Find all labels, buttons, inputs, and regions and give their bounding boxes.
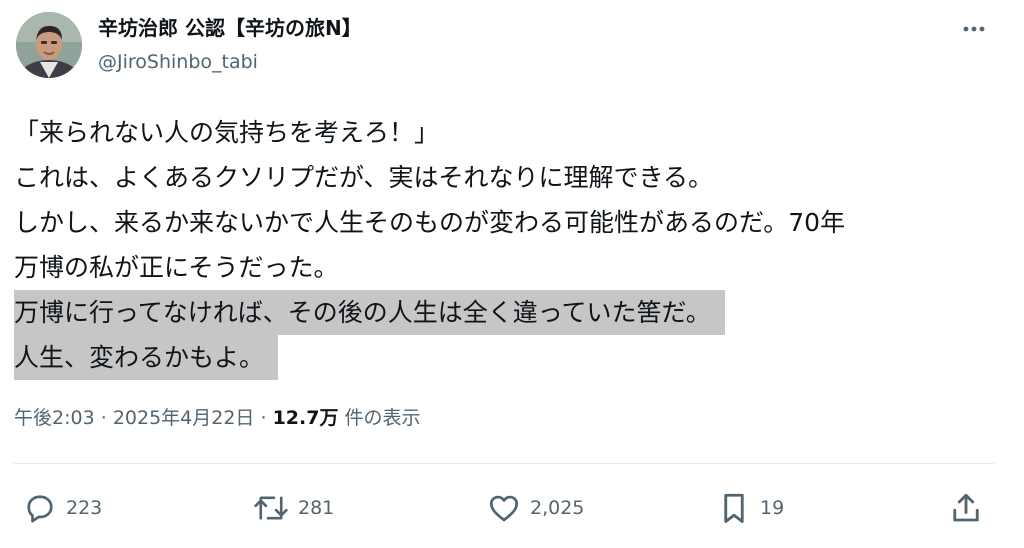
reply-count: 223 xyxy=(66,497,103,519)
tweet-line-highlighted: 万博に行ってなければ、その後の人生は全く違っていた筈だ。 xyxy=(14,290,1014,335)
bookmark-icon xyxy=(724,493,744,523)
tweet-line-highlighted: 人生、変わるかもよ。 xyxy=(14,335,1014,380)
like-button[interactable]: 2,025 xyxy=(486,488,584,528)
post-time[interactable]: 午後2:03 xyxy=(14,407,95,429)
repost-button[interactable]: 281 xyxy=(252,488,334,528)
reply-bubble-icon xyxy=(27,495,53,523)
views-label: 件の表示 xyxy=(344,407,421,429)
tweet-line: 「来られない人の気持ちを考えろ！」 xyxy=(14,118,440,147)
avatar[interactable] xyxy=(16,12,82,78)
divider xyxy=(14,463,994,464)
tweet-meta: 午後2:03 · 2025年4月22日 · 12.7万 件の表示 xyxy=(14,404,421,432)
meta-separator: · xyxy=(260,407,267,429)
author-block[interactable]: 辛坊治郎 公認【辛坊の旅N】 @JiroShinbo_tabi xyxy=(98,14,362,75)
repost-count: 281 xyxy=(298,497,335,519)
handle[interactable]: @JiroShinbo_tabi xyxy=(98,49,362,75)
tweet-text: 「来られない人の気持ちを考えろ！」 これは、よくあるクソリプだが、実はそれなりに… xyxy=(14,110,1014,380)
display-name[interactable]: 辛坊治郎 公認【辛坊の旅N】 xyxy=(98,14,362,42)
repost-arrows-icon xyxy=(254,496,288,520)
like-count: 2,025 xyxy=(530,497,585,519)
views-count: 12.7万 xyxy=(272,407,339,429)
bookmark-button[interactable]: 19 xyxy=(716,488,784,528)
share-button[interactable] xyxy=(948,488,984,528)
avatar-photo xyxy=(16,12,82,78)
more-button[interactable] xyxy=(952,14,996,44)
heart-icon xyxy=(489,495,519,522)
post-date[interactable]: 2025年4月22日 xyxy=(113,407,255,429)
bookmark-count: 19 xyxy=(760,497,785,519)
tweet-line: しかし、来るか来ないかで人生そのものが変わる可能性があるのだ。70年 xyxy=(14,208,846,237)
share-upload-icon xyxy=(953,493,979,522)
tweet-line: 万博の私が正にそうだった。 xyxy=(14,253,339,282)
meta-separator: · xyxy=(100,407,107,429)
reply-button[interactable]: 223 xyxy=(22,488,102,528)
tweet-line: これは、よくあるクソリプだが、実はそれなりに理解できる。 xyxy=(14,163,714,192)
more-horizontal-icon xyxy=(963,26,985,32)
